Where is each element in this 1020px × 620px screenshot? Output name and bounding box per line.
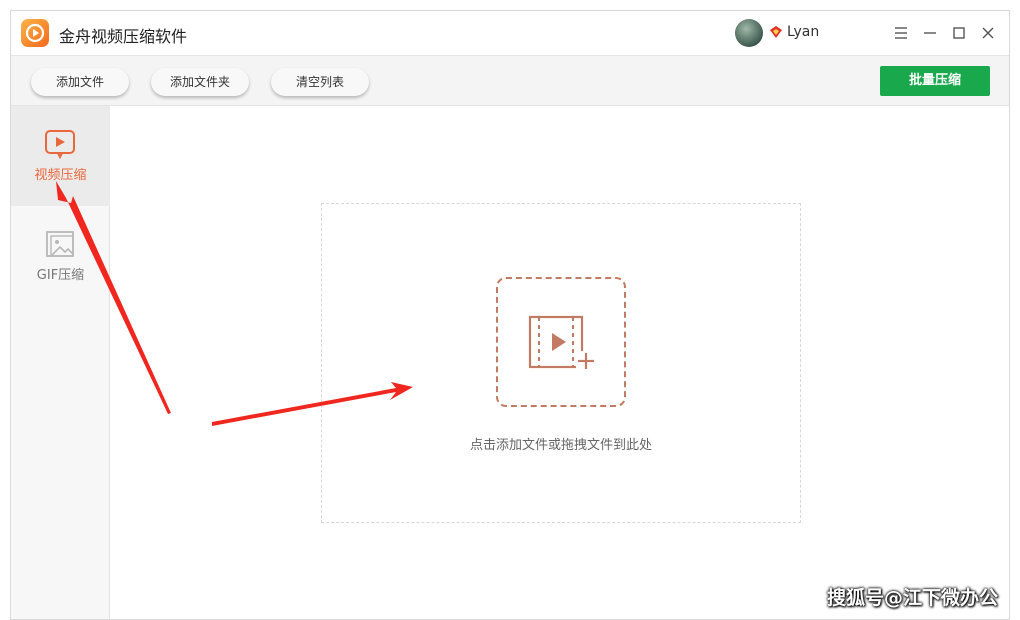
- minimize-icon[interactable]: [920, 23, 940, 43]
- vip-badge-icon: [770, 26, 782, 38]
- maximize-icon[interactable]: [949, 23, 969, 43]
- image-icon: [46, 231, 74, 257]
- sidebar-item-gif-compress[interactable]: GIF压缩: [11, 206, 110, 306]
- app-title: 金舟视频压缩软件: [59, 27, 188, 46]
- main-area: 点击添加文件或拖拽文件到此处: [111, 106, 1009, 619]
- user-avatar[interactable]: [735, 19, 763, 47]
- add-video-icon-frame[interactable]: [496, 277, 626, 407]
- toolbar: 添加文件 添加文件夹 清空列表 批量压缩: [11, 56, 1009, 106]
- title-bar: 金舟视频压缩软件 Lyan: [11, 11, 1009, 56]
- menu-icon[interactable]: [891, 23, 911, 43]
- sidebar-item-label: GIF压缩: [36, 268, 85, 283]
- sidebar-item-label: 视频压缩: [34, 168, 87, 183]
- add-video-icon: [528, 315, 596, 371]
- file-dropzone[interactable]: 点击添加文件或拖拽文件到此处: [321, 203, 801, 523]
- clear-list-button[interactable]: 清空列表: [271, 68, 369, 96]
- username[interactable]: Lyan: [787, 24, 819, 40]
- app-window: 金舟视频压缩软件 Lyan 添加文件 添加文件夹 清空列表 批量压缩 视频压缩 …: [10, 10, 1010, 620]
- dropzone-hint: 点击添加文件或拖拽文件到此处: [469, 438, 652, 453]
- add-folder-button[interactable]: 添加文件夹: [151, 68, 249, 96]
- add-file-button[interactable]: 添加文件: [31, 68, 129, 96]
- close-icon[interactable]: [978, 23, 998, 43]
- sidebar-item-video-compress[interactable]: 视频压缩: [11, 106, 110, 206]
- watermark-text: 搜狐号@江下微办公: [826, 587, 998, 609]
- sidebar: 视频压缩 GIF压缩: [11, 106, 110, 619]
- video-play-icon: [45, 130, 75, 160]
- app-logo-icon: [21, 19, 49, 47]
- batch-compress-button[interactable]: 批量压缩: [880, 66, 990, 96]
